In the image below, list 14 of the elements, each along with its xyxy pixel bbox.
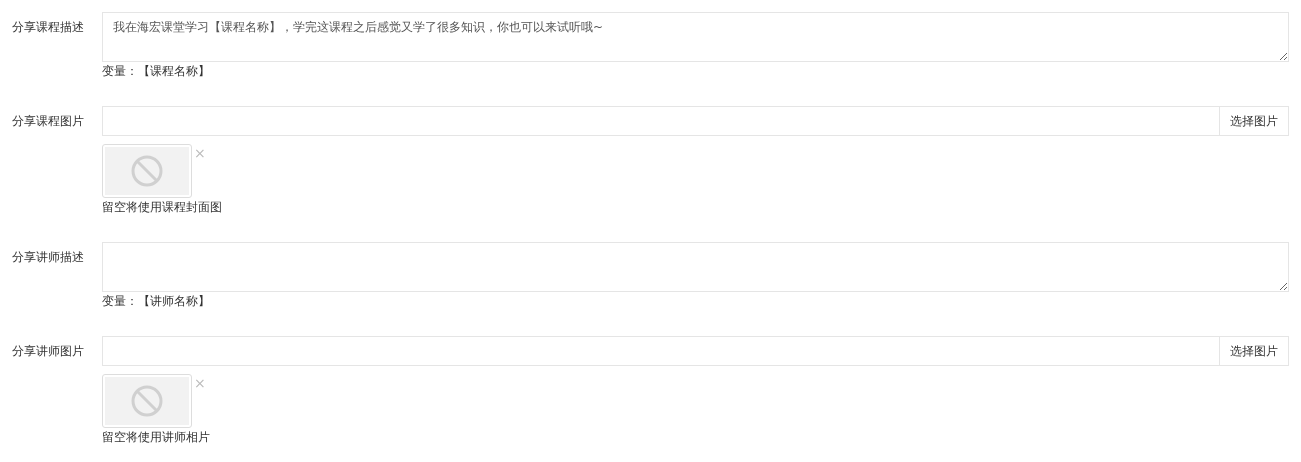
field-label: 分享课程描述: [12, 19, 85, 36]
field-hint: 留空将使用讲师相片: [102, 430, 210, 444]
description-field[interactable]: [102, 242, 1289, 292]
field-hint: 留空将使用课程封面图: [102, 200, 222, 214]
image-path-field[interactable]: [102, 106, 1220, 136]
description-field[interactable]: 我在海宏课堂学习【课程名称】，学完这课程之后感觉又学了很多知识，你也可以来试听哦~: [102, 12, 1289, 62]
choose-image-button[interactable]: 选择图片: [1220, 336, 1289, 366]
field-label: 分享讲师图片: [12, 343, 85, 360]
field-label: 分享讲师描述: [12, 249, 85, 266]
field-hint: 变量：【讲师名称】: [102, 294, 210, 308]
field-label: 分享课程图片: [12, 113, 85, 130]
image-path-field[interactable]: [102, 336, 1220, 366]
field-hint: 变量：【课程名称】: [102, 64, 210, 78]
choose-image-button[interactable]: 选择图片: [1220, 106, 1289, 136]
